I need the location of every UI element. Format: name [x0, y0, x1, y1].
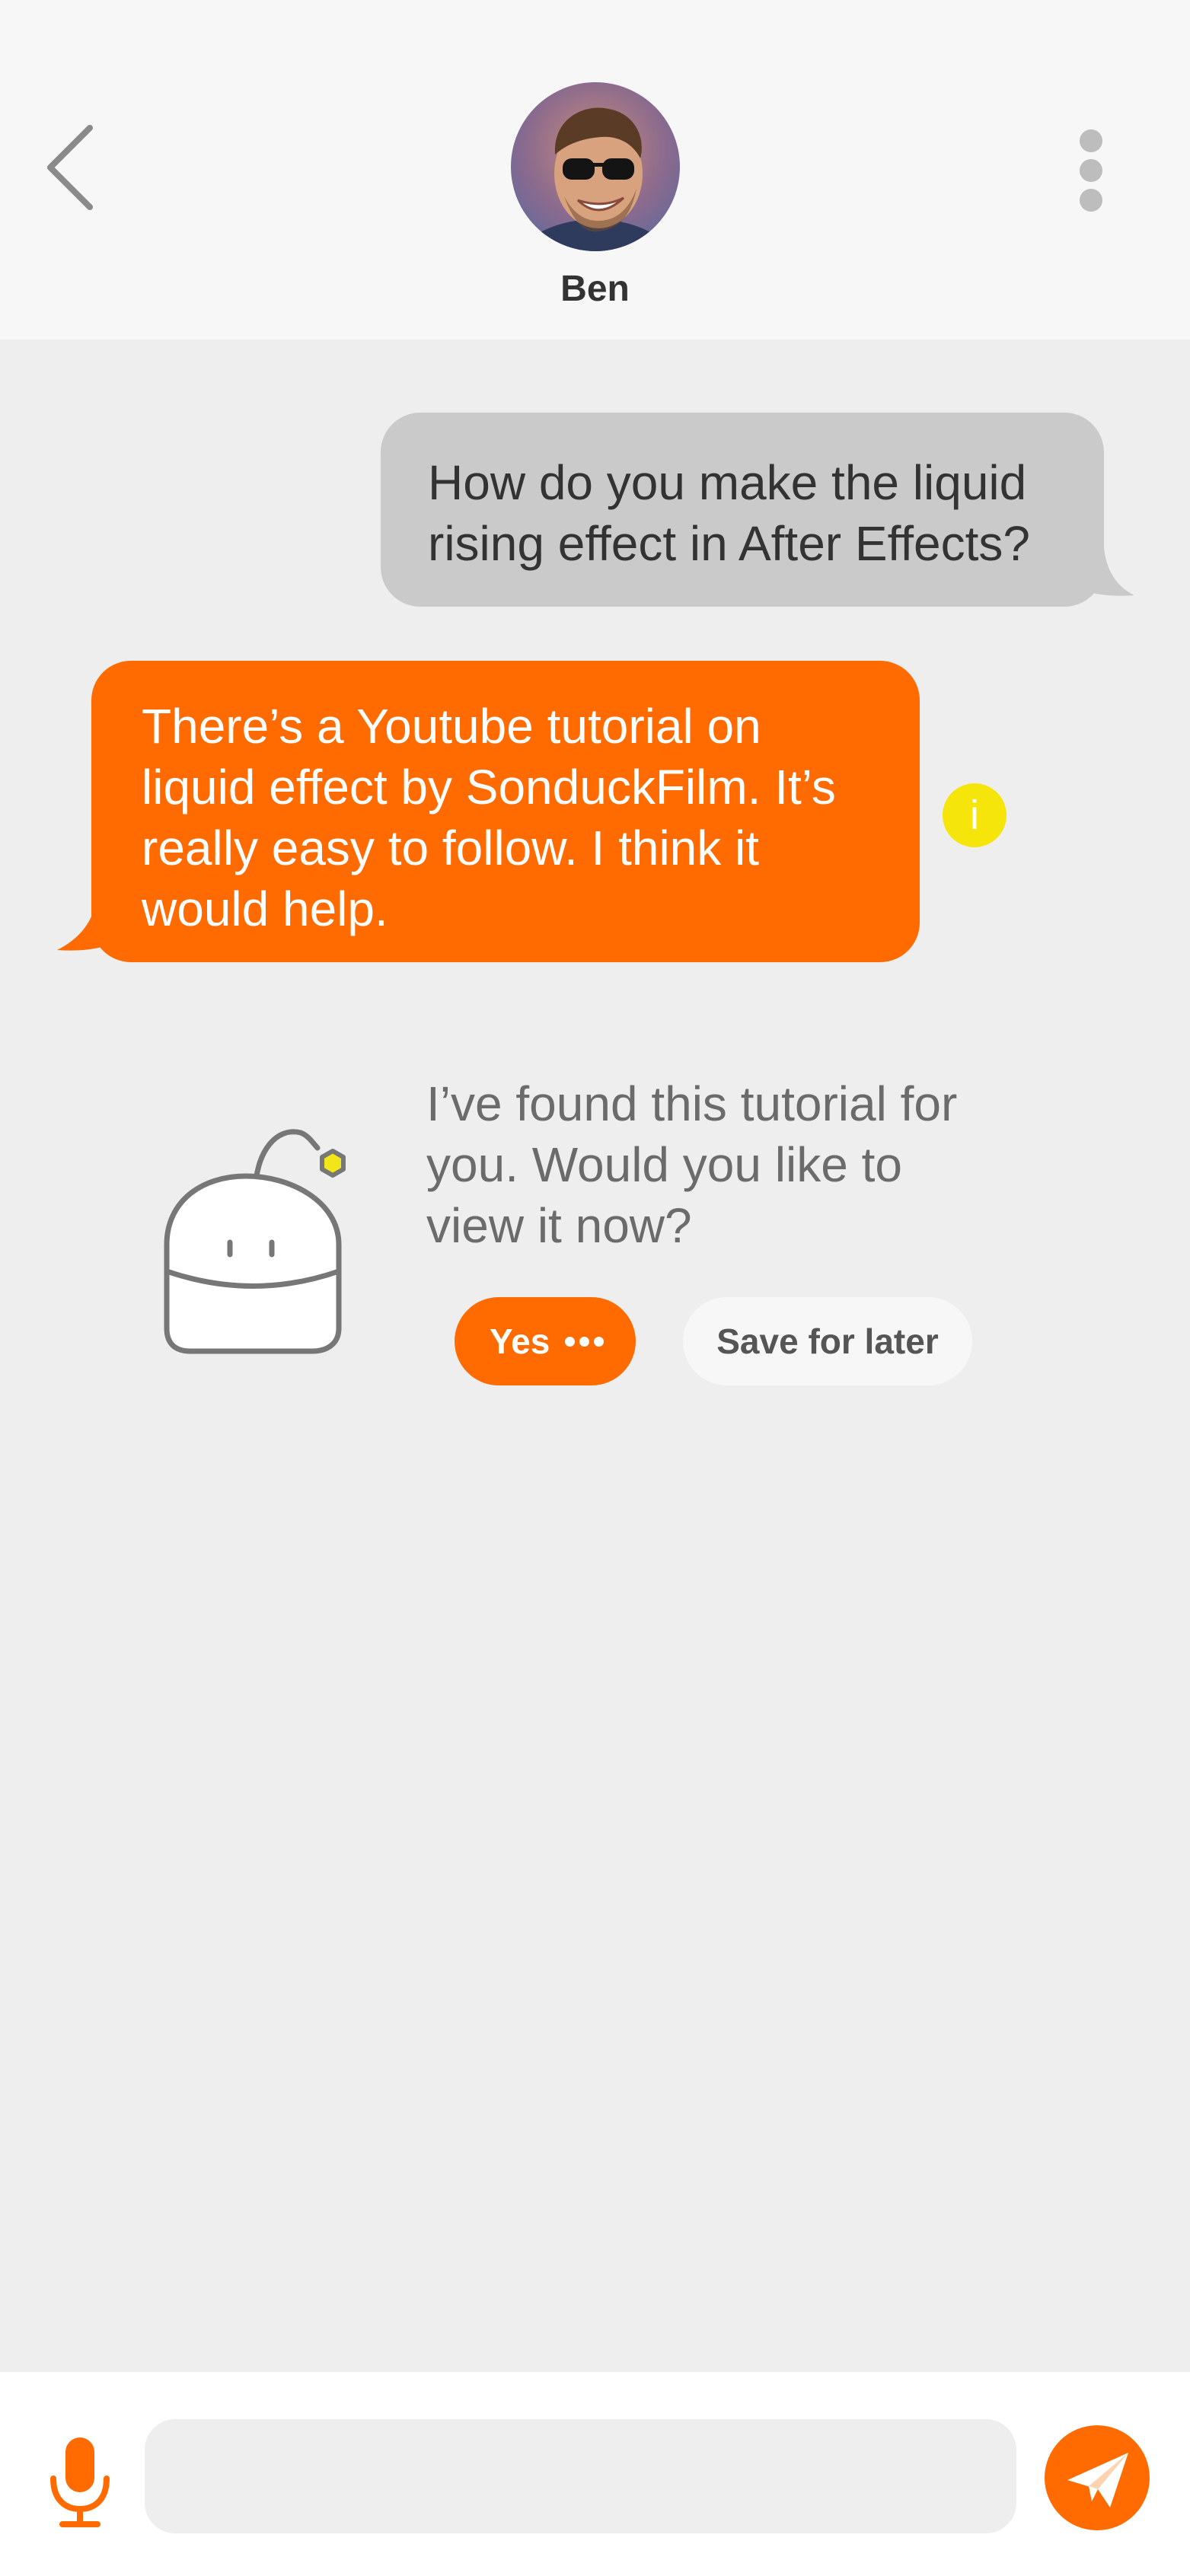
message-line: liquid effect by SonduckFilm. It’s: [142, 760, 836, 815]
yes-button[interactable]: Yes: [455, 1297, 636, 1385]
assistant-line: you. Would you like to: [426, 1137, 902, 1192]
incoming-message-bubble[interactable]: How do you make the liquid rising effect…: [381, 413, 1104, 607]
chevron-left-icon: [47, 125, 93, 210]
contact-avatar[interactable]: [511, 82, 680, 251]
send-icon: [1067, 2453, 1128, 2507]
more-options-button[interactable]: [1070, 129, 1112, 221]
assistant-bot-icon: [164, 1129, 346, 1354]
yes-label: Yes: [490, 1321, 550, 1361]
send-button[interactable]: [1045, 2425, 1150, 2530]
chat-header: Ben: [0, 0, 1190, 340]
microphone-icon: [50, 2437, 110, 2527]
assistant-message: I’ve found this tutorial for you. Would …: [426, 1073, 1051, 1256]
contact-name: Ben: [560, 269, 630, 309]
message-line: There’s a Youtube tutorial on: [142, 699, 761, 754]
more-vertical-icon: [1079, 129, 1102, 152]
message-line: would help.: [142, 882, 388, 936]
bubble-tail: [1066, 548, 1134, 596]
ellipsis-icon: [565, 1297, 608, 1385]
back-button[interactable]: [38, 114, 107, 221]
assistant-line: I’ve found this tutorial for: [426, 1076, 958, 1131]
microphone-button[interactable]: [46, 2433, 114, 2532]
outgoing-message-bubble[interactable]: There’s a Youtube tutorial on liquid eff…: [91, 661, 920, 962]
assistant-line: view it now?: [426, 1198, 692, 1253]
message-line: rising effect in After Effects?: [428, 516, 1030, 571]
message-composer: [0, 2372, 1190, 2576]
message-line: How do you make the liquid: [428, 455, 1027, 510]
message-line: really easy to follow. I think it: [142, 821, 760, 875]
save-for-later-button[interactable]: Save for later: [683, 1297, 972, 1385]
message-input[interactable]: [145, 2419, 1016, 2533]
bubble-tail: [57, 906, 126, 951]
info-icon[interactable]: i: [943, 783, 1007, 847]
